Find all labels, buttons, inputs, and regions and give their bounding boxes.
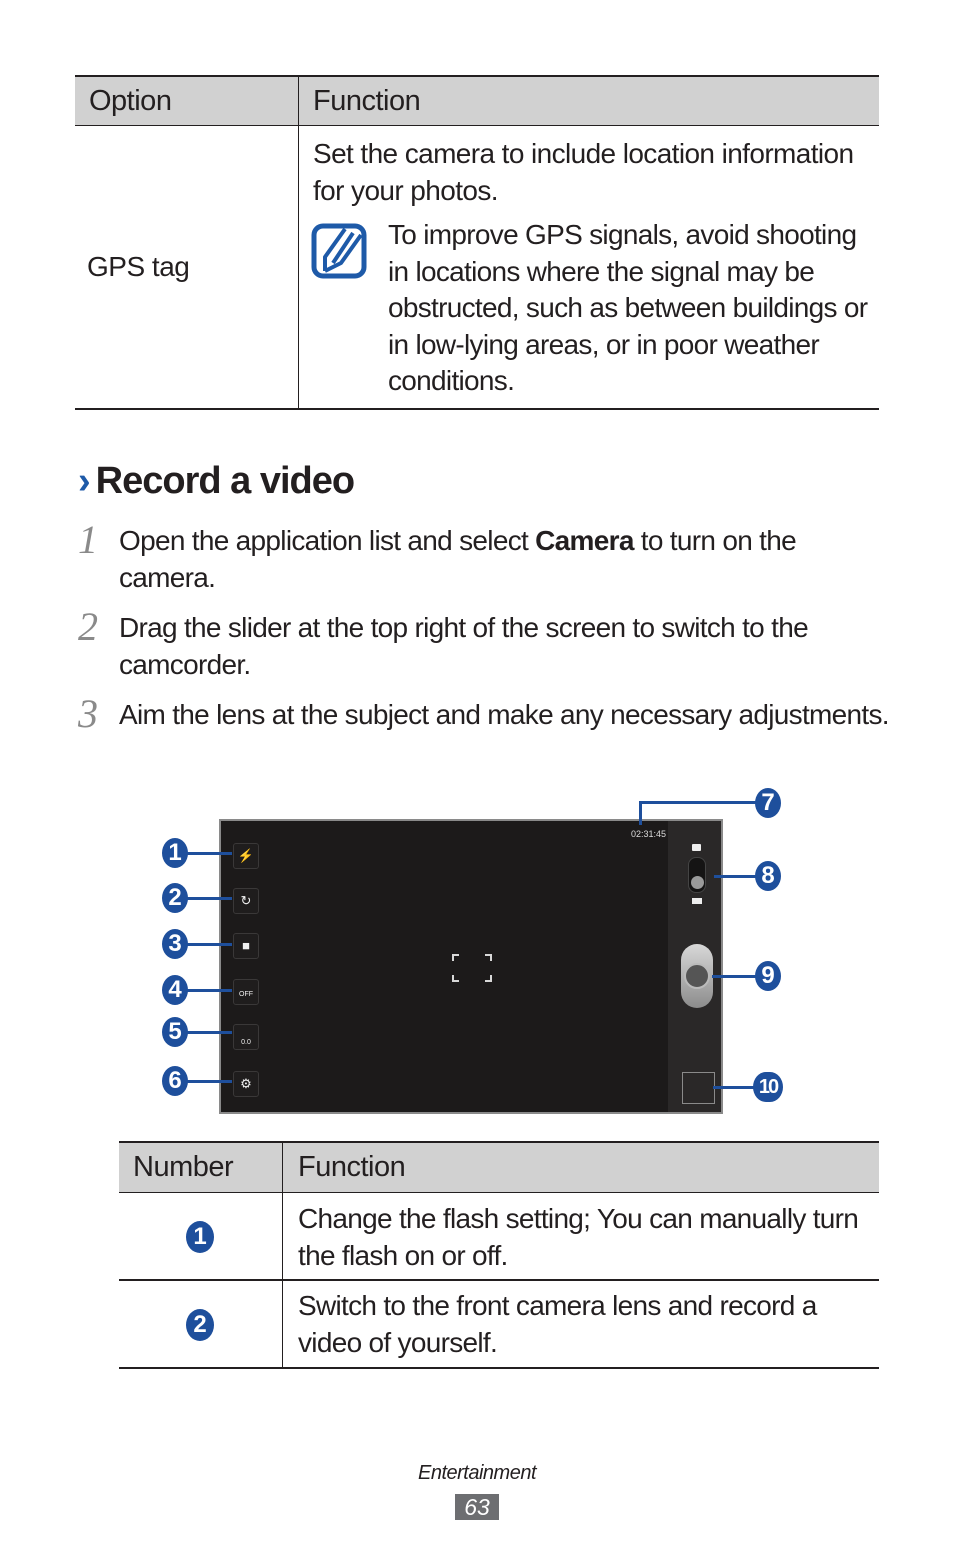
step-text: Open the application list and select Cam… (119, 522, 889, 596)
table-bottom-rule (119, 1367, 879, 1369)
callout-line (186, 943, 232, 946)
camera-icon (692, 844, 701, 851)
function-text: Change the flash setting; You can manual… (298, 1203, 859, 1271)
record-button-lens (684, 963, 710, 989)
image-viewer-thumbnail[interactable] (682, 1072, 715, 1104)
recording-time: 02:31:45 (631, 829, 667, 839)
option-function: Set the camera to include location infor… (313, 138, 854, 206)
table-bottom-rule (75, 408, 879, 410)
callout-line (186, 1080, 232, 1083)
number-badge: 1 (186, 1221, 214, 1253)
callout-10: 10 (753, 1072, 783, 1102)
option-name: GPS tag (87, 251, 190, 282)
callout-line (639, 801, 757, 804)
column-divider (282, 1141, 283, 1369)
camcorder-icon (692, 898, 702, 904)
timer-off-icon[interactable]: OFF (233, 979, 259, 1005)
section-title: Record a video (95, 460, 355, 502)
page-number: 63 (455, 1494, 499, 1520)
step-text: Drag the slider at the top right of the … (119, 612, 809, 680)
callout-line (186, 1031, 232, 1034)
header-number: Number (133, 1151, 234, 1183)
callout-9: 9 (755, 961, 781, 991)
callout-line (186, 897, 232, 900)
footer-section-label: Entertainment (417, 1462, 537, 1484)
callout-line (639, 801, 642, 825)
switch-camera-icon[interactable]: ↻ (233, 888, 259, 914)
header-option: Option (89, 85, 172, 117)
callout-2: 2 (162, 883, 188, 913)
recording-mode-icon[interactable]: ■ (233, 933, 259, 959)
callout-6: 6 (162, 1066, 188, 1096)
step-text-pre: Open the application list and select (119, 525, 536, 556)
callout-8: 8 (755, 861, 781, 891)
camera-app-name: Camera (535, 525, 634, 556)
chevron-right-icon: › (78, 460, 91, 502)
callout-line (712, 975, 756, 978)
callout-7: 7 (755, 788, 781, 818)
header-function: Function (298, 1151, 406, 1183)
mode-switch-knob[interactable] (691, 876, 704, 889)
step-text: Aim the lens at the subject and make any… (119, 699, 890, 730)
timer-label: OFF (239, 991, 253, 998)
header-function: Function (313, 85, 421, 117)
gps-note: To improve GPS signals, avoid shooting i… (388, 219, 868, 396)
step-number: 3 (78, 691, 98, 736)
options-table-header: Option Function (75, 75, 879, 126)
callout-1: 1 (162, 838, 188, 868)
callout-3: 3 (162, 929, 188, 959)
callout-line (186, 989, 232, 992)
step-number: 1 (78, 517, 98, 562)
callout-line (713, 1086, 755, 1089)
exposure-icon[interactable]: 0.0 (233, 1024, 259, 1050)
note-pencil-icon (311, 223, 367, 279)
row-divider (119, 1279, 879, 1281)
section-heading: › Record a video (78, 460, 355, 503)
function-text: Switch to the front camera lens and reco… (298, 1290, 817, 1358)
number-badge: 2 (186, 1309, 214, 1341)
settings-gear-icon[interactable]: ⚙ (233, 1071, 259, 1097)
callout-line (186, 852, 232, 855)
flash-off-icon[interactable]: ⚡ (233, 843, 259, 869)
callout-5: 5 (162, 1017, 188, 1047)
callout-4: 4 (162, 975, 188, 1005)
camcorder-screen: ⚡ ↻ ■ OFF 0.0 ⚙ 02:31:45 (219, 819, 723, 1114)
step-number: 2 (78, 604, 98, 649)
focus-frame (452, 954, 492, 982)
callout-line (714, 875, 756, 878)
number-table-header: Number Function (119, 1141, 879, 1193)
column-divider (298, 75, 299, 409)
exposure-value: 0.0 (241, 1039, 251, 1046)
